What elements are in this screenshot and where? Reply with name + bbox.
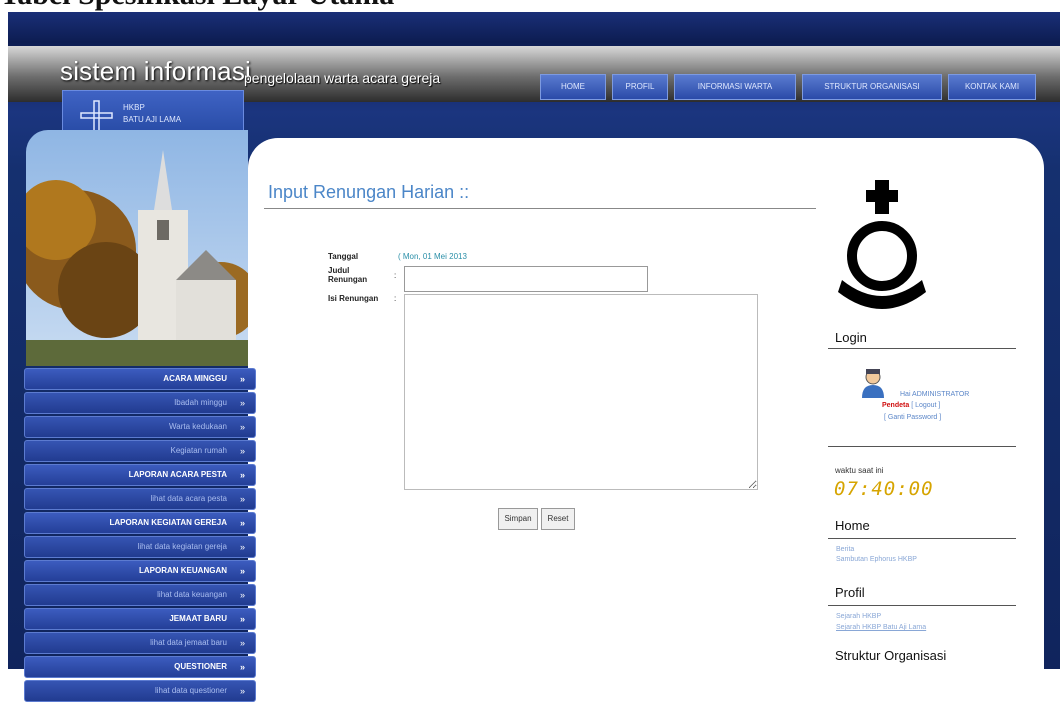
church-photo bbox=[26, 130, 248, 366]
nav-kontak[interactable]: KONTAK KAMI bbox=[948, 74, 1036, 100]
arrow-right-icon: » bbox=[239, 494, 245, 504]
judul-label-1: Judul bbox=[328, 266, 350, 275]
sidebar-item[interactable]: lihat data keuangan » bbox=[24, 584, 256, 606]
church-name-2: BATU AJI LAMA bbox=[123, 115, 182, 124]
sidebar-item-label: Warta kedukaan bbox=[169, 422, 227, 431]
arrow-right-icon: » bbox=[239, 566, 245, 576]
sidebar-item[interactable]: Kegiatan rumah » bbox=[24, 440, 256, 462]
judul-colon: : bbox=[394, 271, 397, 280]
arrow-right-icon: » bbox=[239, 542, 245, 552]
sidebar-item-label: lihat data questioner bbox=[154, 686, 227, 695]
logout-link[interactable]: [ Logout ] bbox=[911, 402, 940, 409]
sidebar-item-label: Kegiatan rumah bbox=[170, 446, 227, 455]
arrow-right-icon: » bbox=[239, 518, 245, 528]
isi-renungan-textarea[interactable] bbox=[404, 294, 758, 490]
login-heading: Login bbox=[835, 330, 867, 345]
nav-informasi-warta[interactable]: INFORMASI WARTA bbox=[674, 74, 796, 100]
home-heading: Home bbox=[835, 518, 870, 533]
sidebar-item[interactable]: ACARA MINGGU » bbox=[24, 368, 256, 390]
sidebar-item-label: lihat data keuangan bbox=[157, 590, 227, 599]
sidebar-item-label: LAPORAN ACARA PESTA bbox=[128, 470, 227, 479]
brand-main: sistem informasi bbox=[60, 56, 252, 86]
sidebar-item-label: QUESTIONER bbox=[174, 662, 227, 671]
arrow-right-icon: » bbox=[239, 398, 245, 408]
sidebar-item[interactable]: LAPORAN KEUANGAN » bbox=[24, 560, 256, 582]
document-heading: Tabel Spesifikasi Layar Utama bbox=[0, 0, 1060, 10]
sidebar-item[interactable]: Warta kedukaan » bbox=[24, 416, 256, 438]
sidebar-item-label: Ibadah minggu bbox=[174, 398, 227, 407]
login-divider bbox=[828, 348, 1016, 349]
clock-display: 07:40:00 bbox=[834, 478, 934, 500]
sejarah-batu-aji-link[interactable]: Sejarah HKBP Batu Aji Lama bbox=[836, 624, 926, 631]
time-label: waktu saat ini bbox=[835, 466, 884, 475]
profil-divider bbox=[828, 605, 1016, 606]
sidebar-item-label: lihat data kegiatan gereja bbox=[137, 542, 227, 551]
sidebar-item[interactable]: Ibadah minggu » bbox=[24, 392, 256, 414]
berita-link[interactable]: Berita bbox=[836, 546, 854, 553]
sidebar-item-label: lihat data acara pesta bbox=[150, 494, 228, 503]
hkbp-logo bbox=[838, 180, 926, 309]
login-role-line: Pendeta [ Logout ] bbox=[882, 402, 940, 409]
sidebar-item[interactable]: JEMAAT BARU » bbox=[24, 608, 256, 630]
sidebar-item-label: ACARA MINGGU bbox=[163, 374, 227, 383]
nav-struktur-organisasi[interactable]: STRUKTUR ORGANISASI bbox=[802, 74, 942, 100]
church-name-1: HKBP bbox=[123, 103, 145, 112]
sidebar-item[interactable]: LAPORAN KEGIATAN GEREJA » bbox=[24, 512, 256, 534]
arrow-right-icon: » bbox=[239, 662, 245, 672]
save-button[interactable]: Simpan bbox=[498, 508, 538, 530]
sidebar-item[interactable]: QUESTIONER » bbox=[24, 656, 256, 678]
isi-colon: : bbox=[394, 294, 397, 303]
sidebar-item[interactable]: lihat data acara pesta » bbox=[24, 488, 256, 510]
tanggal-value: ( Mon, 01 Mei 2013 bbox=[398, 252, 467, 261]
nav-home[interactable]: HOME bbox=[540, 74, 606, 100]
arrow-right-icon: » bbox=[239, 638, 245, 648]
user-icon bbox=[862, 369, 884, 398]
top-nav: HOME PROFIL INFORMASI WARTA STRUKTUR ORG… bbox=[540, 74, 1036, 100]
sidebar-item-label: LAPORAN KEGIATAN GEREJA bbox=[109, 518, 228, 527]
tanggal-label: Tanggal bbox=[328, 252, 359, 261]
sidebar-item[interactable]: lihat data questioner » bbox=[24, 680, 256, 702]
login-greeting: Hai ADMINISTRATOR bbox=[900, 391, 970, 398]
arrow-right-icon: » bbox=[239, 590, 245, 600]
arrow-right-icon: » bbox=[239, 374, 245, 384]
arrow-right-icon: » bbox=[239, 446, 245, 456]
sidebar-item[interactable]: LAPORAN ACARA PESTA » bbox=[24, 464, 256, 486]
sidebar-item[interactable]: lihat data kegiatan gereja » bbox=[24, 536, 256, 558]
arrow-right-icon: » bbox=[239, 686, 245, 696]
judul-label-2: Renungan bbox=[328, 275, 368, 284]
sidebar-item-label: lihat data jemaat baru bbox=[150, 638, 227, 647]
judul-renungan-input[interactable] bbox=[404, 266, 648, 292]
struktur-heading: Struktur Organisasi bbox=[835, 648, 947, 663]
home-divider bbox=[828, 538, 1016, 539]
title-divider bbox=[264, 208, 816, 209]
arrow-right-icon: » bbox=[239, 470, 245, 480]
sejarah-hkbp-link[interactable]: Sejarah HKBP bbox=[836, 613, 881, 620]
sidebar-item-label: LAPORAN KEUANGAN bbox=[139, 566, 227, 575]
profil-heading: Profil bbox=[835, 585, 865, 600]
sidebar-item-label: JEMAAT BARU bbox=[169, 614, 227, 623]
sambutan-link[interactable]: Sambutan Ephorus HKBP bbox=[836, 556, 917, 563]
isi-label: Isi Renungan bbox=[328, 294, 379, 303]
change-password-link[interactable]: [ Ganti Password ] bbox=[884, 414, 941, 421]
nav-profil[interactable]: PROFIL bbox=[612, 74, 668, 100]
arrow-right-icon: » bbox=[239, 422, 245, 432]
arrow-right-icon: » bbox=[239, 614, 245, 624]
page-title: Input Renungan Harian :: bbox=[268, 182, 470, 202]
login-role: Pendeta bbox=[882, 402, 910, 409]
reset-button[interactable]: Reset bbox=[541, 508, 575, 530]
brand-sub: pengelolaan warta acara gereja bbox=[244, 70, 441, 86]
sidebar-item[interactable]: lihat data jemaat baru » bbox=[24, 632, 256, 654]
login-bottom-divider bbox=[828, 446, 1016, 447]
sidebar-menu: ACARA MINGGU» Ibadah minggu» Warta kedukaa… bbox=[24, 368, 256, 704]
